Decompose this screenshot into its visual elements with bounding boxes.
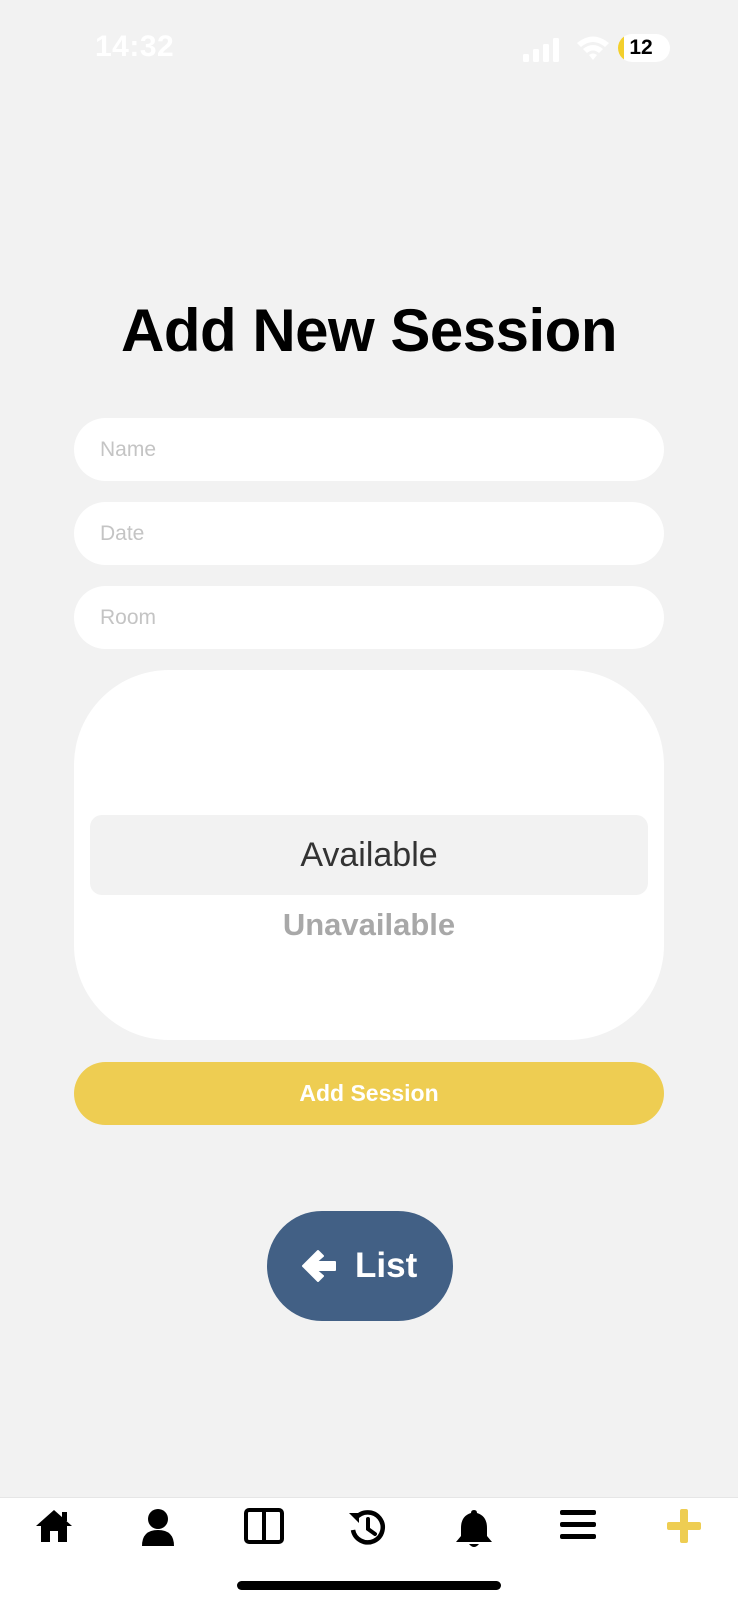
battery-level: 12 [629,36,653,59]
bell-icon [456,1510,492,1547]
tab-history[interactable] [338,1508,398,1558]
status-time: 14:32 [95,30,175,63]
tab-profile[interactable] [128,1508,188,1558]
user-icon [142,1509,174,1546]
arrow-left-icon [302,1250,336,1282]
status-picker[interactable]: Available Unavailable [74,670,664,1040]
home-indicator[interactable] [237,1581,501,1590]
tab-add[interactable] [654,1508,714,1558]
picker-option-available[interactable]: Available [74,815,664,895]
add-session-button[interactable]: Add Session [74,1062,664,1125]
battery-indicator: 12 [618,34,670,62]
tab-home[interactable] [24,1508,84,1558]
list-button-label: List [355,1246,418,1285]
history-icon [349,1510,385,1545]
name-input[interactable] [74,418,664,481]
list-button[interactable]: List [267,1211,453,1321]
status-bar: 14:32 12 [0,0,738,100]
page-title: Add New Session [121,297,617,364]
menu-icon [560,1510,596,1539]
columns-icon [244,1508,284,1544]
room-input[interactable] [74,586,664,649]
tab-columns[interactable] [234,1508,294,1558]
home-icon [36,1510,72,1542]
tab-menu[interactable] [548,1508,608,1558]
tab-notifications[interactable] [444,1508,504,1558]
plus-icon [667,1509,701,1543]
cellular-signal-icon [523,38,559,62]
wifi-icon [577,36,609,60]
picker-option-unavailable[interactable]: Unavailable [74,900,664,950]
date-input[interactable] [74,502,664,565]
